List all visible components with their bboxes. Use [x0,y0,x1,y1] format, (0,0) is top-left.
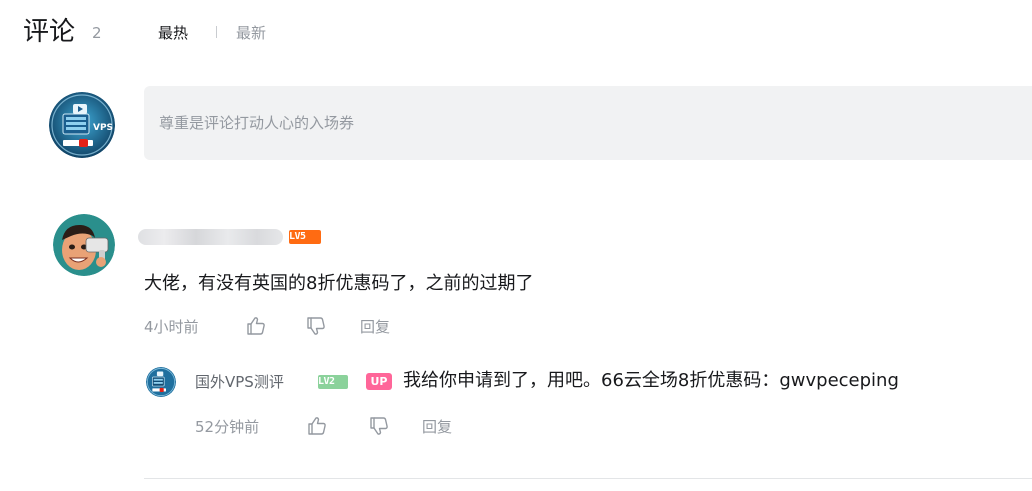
vps-logo-avatar-icon: VPS [49,92,115,158]
comment-input[interactable]: 尊重是评论打动人心的入场券 [144,86,1032,160]
username-blurred[interactable] [138,229,283,245]
comment-section: 评论 2 最热 最新 VPS 尊重是评论打动人心的入场券 LV5 大佬，有没有英… [0,0,1032,491]
comment-divider [144,478,1032,479]
thumbs-up-icon[interactable] [306,415,328,437]
level-badge: LV2 [318,375,348,389]
reply-text: 我给你申请到了，用吧。66云全场8折优惠码：gwvpeceping [403,370,899,391]
vps-logo-avatar-icon[interactable] [146,367,176,397]
comment-text: 大佬，有没有英国的8折优惠码了，之前的过期了 [144,273,534,294]
reply-time: 52分钟前 [195,418,260,436]
thumbs-down-icon[interactable] [305,315,327,337]
svg-text:VPS: VPS [93,123,113,133]
reply-button[interactable]: 回复 [422,416,452,438]
thumbs-down-icon[interactable] [368,415,390,437]
reply-username[interactable]: 国外VPS测评 [195,371,284,393]
tab-divider [216,26,217,38]
comments-count: 2 [92,24,102,42]
level-badge: LV5 [289,230,321,244]
tab-hottest[interactable]: 最热 [158,22,188,44]
thumbs-up-icon[interactable] [245,315,267,337]
tab-newest[interactable]: 最新 [236,22,266,44]
up-badge: UP [366,373,392,390]
comment-time: 4小时前 [144,318,199,336]
comments-title: 评论 [23,17,76,47]
comment-input-placeholder: 尊重是评论打动人心的入场券 [159,114,355,132]
reply-button[interactable]: 回复 [360,316,390,338]
cartoon-man-avatar-icon[interactable] [53,214,115,276]
